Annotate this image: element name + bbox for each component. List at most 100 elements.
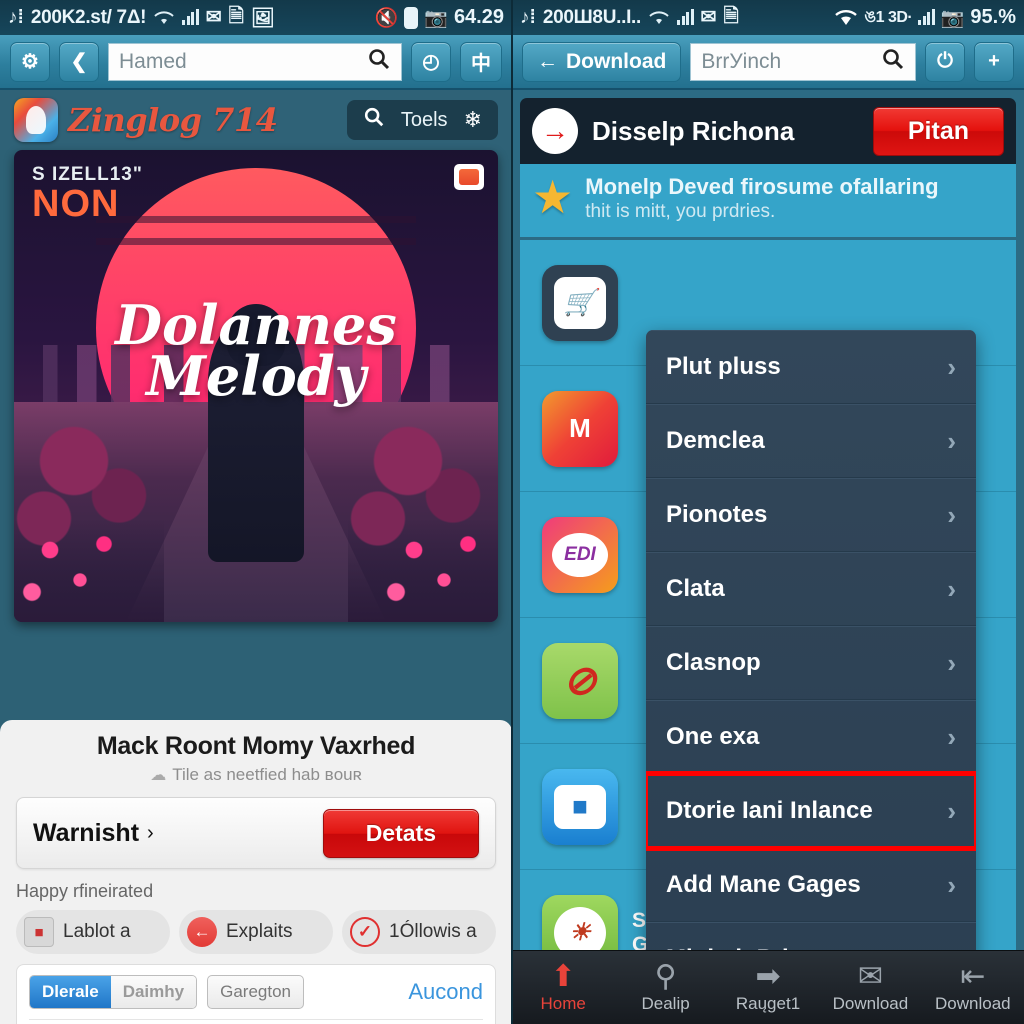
right-toolbar: ← Download ⏻ + [512,35,1024,90]
search-icon[interactable] [881,47,905,76]
app-header: Zinglog 714 Toels ❄ [0,90,512,150]
chip-followis[interactable]: ✓ 1Óllowis a [342,910,496,954]
add-button[interactable]: + [974,41,1014,82]
segmented-control[interactable]: Dlerale Daimhy [29,975,198,1009]
battery-icon [404,6,419,29]
headphone-icon: ♪⁞ [520,6,536,28]
mail-icon: ✉ [205,7,222,28]
promo-note-line2: thit is mitt, you prdries. [585,201,776,222]
clock-icon: ◴ [422,51,440,73]
left-search-bar[interactable] [108,42,402,81]
nav-item-label: Home [540,993,586,1013]
search-input[interactable] [701,49,881,74]
nav-item-home[interactable]: ⬆ Home [512,959,614,1014]
menu-item-add-mane-gages[interactable]: Add Mane Gages › [646,848,976,922]
poster-title-line2: Melody [146,344,366,409]
search-icon[interactable] [367,47,391,76]
power-icon: ⏻ [937,50,953,72]
menu-item-label: One exa [666,723,760,750]
left-carrier-label: 200K2.st/ 7Δ! [30,6,147,28]
chevron-right-icon: › [947,869,956,900]
no-search-icon: ⊘ [542,642,618,719]
promo-banner: → Disselp Richona Pitan [520,98,1016,164]
back-button[interactable]: ❮ [59,41,99,82]
nav-item-label: Raųget1 [735,993,801,1013]
promo-note: ★ Monelp Deved firosume ofallaring thit … [520,164,1016,237]
chevron-left-icon: ❮ [70,51,88,73]
screenshot-icon: 📷 [940,7,965,29]
segment-dlerale[interactable]: Dlerale [30,976,111,1008]
image-icon: 🖼 [250,7,276,29]
gear-icon: ⚙ [21,51,39,73]
right-battery-label: 95.% [970,6,1016,28]
segment-daimhy[interactable]: Daimhy [110,976,197,1008]
download-back-button[interactable]: ← Download [522,41,682,82]
poster-title: Dolannes Melody [14,298,498,409]
cart-icon: 🛒 [542,264,618,341]
chips-row: ■ Lablot a ← Explaits ✓ 1Óllowis a [16,910,496,954]
home-icon: ⬆ [550,959,576,993]
menu-item-plut-pluss[interactable]: Plut pluss › [646,330,976,404]
menu-item-demclea[interactable]: Demclea › [646,404,976,478]
poster-badge: S IZELL13" NON [32,164,143,223]
chevron-right-icon: › [947,721,956,752]
chips-heading: Happy rfineirated [16,881,154,901]
chinese-char-icon: 中 [471,53,491,75]
photo-icon: ■ [24,917,54,947]
signal-bars-icon [677,9,694,25]
bookmark-icon: ■ [542,768,618,845]
settings-button[interactable]: ⚙ [10,41,50,82]
plus-icon: + [988,50,1000,72]
clock-button[interactable]: ◴ [411,41,451,82]
garegton-button[interactable]: Garegton [207,975,305,1009]
left-status-bar: ♪⁞ 200K2.st/ 7Δ! ✉ 🗎 🖼 🔇 📷 64.29 [0,0,512,35]
chevron-right-icon: › [947,795,956,826]
menu-item-clasnop[interactable]: Clasnop › [646,626,976,700]
chip-explaits[interactable]: ← Explaits [179,910,333,954]
warnisht-label: Warnisht [33,818,140,847]
details-button[interactable]: Detats [322,808,479,858]
more-link[interactable]: Aucond [408,979,483,1005]
pitan-button[interactable]: Pitan [872,106,1004,156]
signal-bars-icon [182,9,199,25]
poster-corner-chip-icon[interactable] [454,164,484,190]
nav-item-label: Download [832,993,909,1013]
header-tools-group[interactable]: Toels ❄ [346,100,498,140]
item-subtitle-row: ☁ Tile as neetfied hab вouʀ [16,765,496,785]
nav-item-label: Dealip [641,993,690,1013]
power-button[interactable]: ⏻ [925,41,965,82]
nav-item-download-file[interactable]: ⇤ Download [922,961,1024,1014]
menu-item-clata[interactable]: Clata › [646,552,976,626]
snowflake-icon[interactable]: ❄ [464,107,482,133]
chip-label: Lablot a [63,921,131,942]
chip-label: Explaits [226,921,293,942]
search-input[interactable] [119,49,367,74]
right-phone-panel: ♪⁞ 200Ш8U..I.. ✉ 🗎 ঙ1 3D· 📷 95.% ← Downl… [512,0,1024,1024]
menu-item-one-exa[interactable]: One exa › [646,700,976,774]
poster-banner[interactable]: S IZELL13" NON Dolannes Melody [14,150,498,622]
right-search-bar[interactable] [690,42,916,81]
chip-lablot[interactable]: ■ Lablot a [16,910,170,954]
cloud-icon: ☁ [150,767,167,784]
nav-item-dealip[interactable]: ⚲ Dealip [614,961,716,1014]
tools-label[interactable]: Toels [401,109,448,132]
check-circle-icon: ✓ [350,917,380,947]
context-menu: Plut pluss › Demclea › Pionotes › Clata … [646,330,976,996]
right-status-bar: ♪⁞ 200Ш8U..I.. ✉ 🗎 ঙ1 3D· 📷 95.% [512,0,1024,35]
language-button[interactable]: 中 [460,41,502,82]
wifi-icon [153,10,175,26]
menu-item-label: Dtorie Iani Inlance [666,797,873,824]
warnisht-link[interactable]: Warnisht › [33,819,154,848]
menu-item-dtorie-iani-inlance[interactable]: Dtorie Iani Inlance › [646,771,976,851]
search-icon[interactable] [363,106,385,134]
back-arrow-icon: ← [187,917,217,947]
nav-item-download-inbox[interactable]: ✉ Download [819,961,921,1014]
mail-icon: ✉ [700,7,717,28]
item-subtitle: Tile as neetfied hab вouʀ [172,765,362,784]
chevron-right-icon: › [947,573,956,604]
right-content: → Disselp Richona Pitan ★ Monelp Deved f… [512,90,1024,1024]
menu-item-pionotes[interactable]: Pionotes › [646,478,976,552]
menu-item-label: Pionotes [666,501,768,528]
mute-icon: 🔇 [374,7,399,29]
nav-item-ragget[interactable]: ➡ Raųget1 [717,961,819,1014]
